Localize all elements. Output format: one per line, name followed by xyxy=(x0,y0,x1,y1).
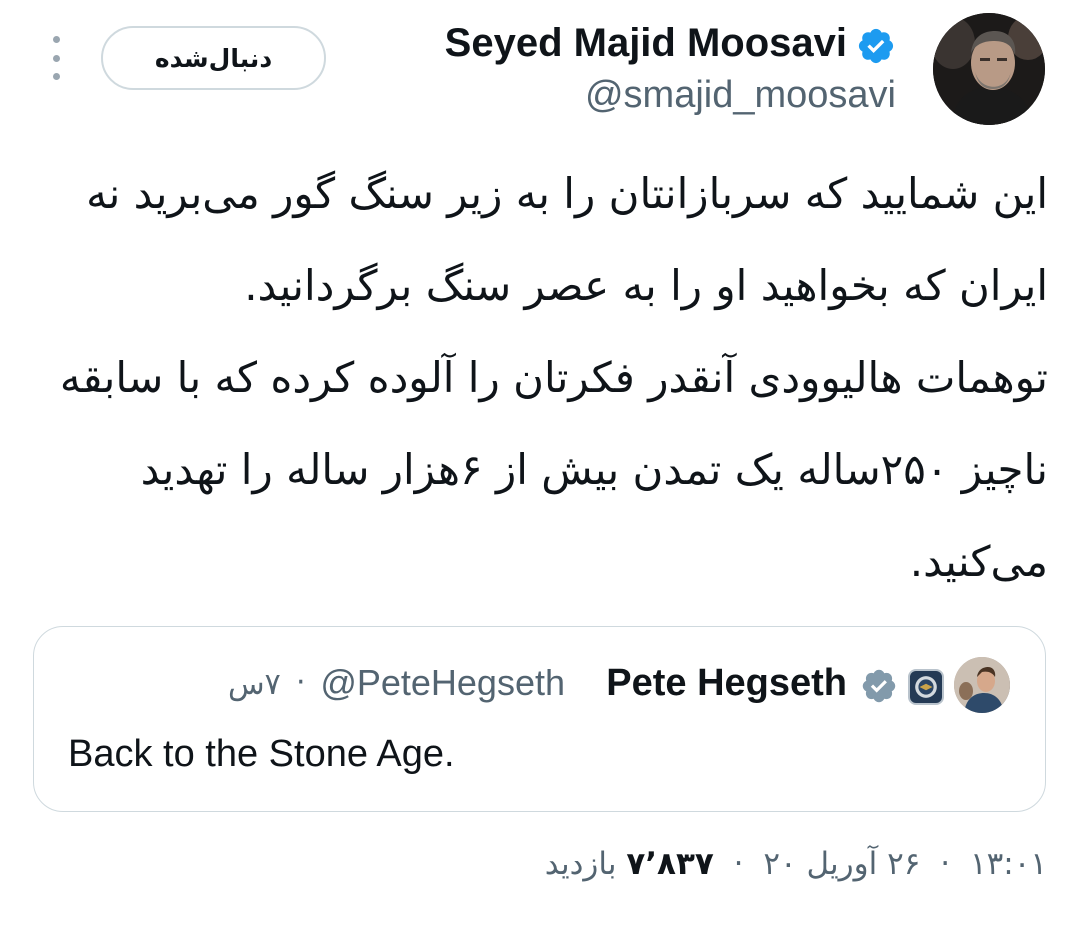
views-label: بازدید xyxy=(544,846,617,882)
verified-badge-icon xyxy=(858,28,894,64)
separator-dot: · xyxy=(940,846,951,882)
author-display-name[interactable]: Seyed Majid Moosavi xyxy=(445,20,847,66)
tweet-time[interactable]: ۱۳:۰۱ xyxy=(970,846,1047,882)
more-options-icon[interactable] xyxy=(44,36,68,80)
verified-badge-icon xyxy=(862,669,896,703)
dod-seal-icon xyxy=(908,669,944,705)
tweet-line: ناچیز ۲۵۰ساله یک تمدن بیش از ۶هزار ساله … xyxy=(140,445,1048,494)
tweet-line: توهمات هالیوودی آنقدر فکرتان را آلوده کر… xyxy=(59,353,1048,402)
tweet-meta: ۱۳:۰۱ · ۲۶ آوریل ۲۰ · ۷٬۸۳۷ بازدید xyxy=(545,840,1047,888)
quoted-author-avatar[interactable] xyxy=(954,657,1010,713)
tweet-line: می‌کنید. xyxy=(909,537,1048,586)
quoted-author-handle[interactable]: @PeteHegseth xyxy=(320,659,565,707)
tweet-line: این شمایید که سربازانتان را به زیر سنگ گ… xyxy=(86,169,1048,218)
views-count: ۷٬۸۳۷ xyxy=(626,846,714,882)
quoted-timestamp[interactable]: ۷س xyxy=(228,661,281,709)
author-avatar[interactable] xyxy=(933,13,1045,125)
tweet-text: این شمایید که سربازانتان را به زیر سنگ گ… xyxy=(40,148,1048,608)
author-handle[interactable]: @smajid_moosavi xyxy=(585,72,896,118)
tweet-line: ایران که بخواهید او را به عصر سنگ برگردا… xyxy=(244,261,1048,310)
quoted-author-name[interactable]: Pete Hegseth xyxy=(606,659,847,707)
quoted-tweet-text: Back to the Stone Age. xyxy=(68,733,455,775)
tweet-date[interactable]: ۲۶ آوریل ۲۰ xyxy=(763,846,920,882)
following-button[interactable]: دنبال‌شده xyxy=(101,26,326,90)
quoted-tweet[interactable]: Pete Hegseth @PeteHegseth · ۷س Back to t… xyxy=(33,626,1046,812)
tweet-detail: دنبال‌شده Seyed Majid Moosavi @smajid_mo… xyxy=(0,0,1080,930)
separator-dot: · xyxy=(296,665,306,700)
separator-dot: · xyxy=(733,846,744,882)
